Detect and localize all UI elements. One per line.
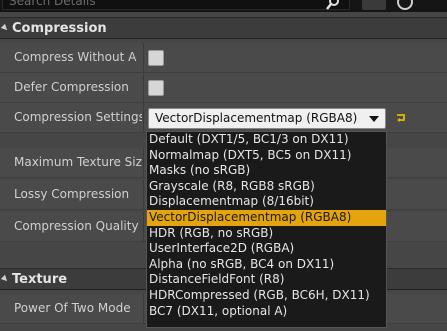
column-splitter[interactable]	[143, 180, 144, 209]
column-splitter[interactable]	[143, 73, 144, 102]
details-search-bar: Search Details	[0, 0, 447, 12]
dropdown-option[interactable]: DistanceFieldFont (R8)	[147, 272, 386, 288]
dropdown-option[interactable]: Alpha (no sRGB, BC4 on DX11)	[147, 257, 386, 273]
category-compression[interactable]: Compression	[0, 17, 447, 39]
view-options-button[interactable]	[362, 0, 386, 10]
property-label: Compression Quality	[14, 219, 139, 233]
dropdown-option[interactable]: Displacementmap (8/16bit)	[147, 194, 386, 210]
defer-compression-checkbox[interactable]	[148, 80, 164, 96]
dropdown-option[interactable]: Normalmap (DXT5, BC5 on DX11)	[147, 148, 386, 164]
property-label: Maximum Texture Size	[14, 155, 142, 169]
category-title: Compression	[12, 21, 107, 36]
column-splitter[interactable]	[143, 103, 144, 132]
dropdown-option[interactable]: Default (DXT1/5, BC1/3 on DX11)	[147, 132, 386, 148]
property-label: Compress Without A	[14, 50, 137, 64]
collapse-arrow-icon[interactable]	[0, 23, 10, 33]
category-title: Texture	[12, 272, 68, 287]
column-splitter[interactable]	[143, 43, 144, 72]
dropdown-option[interactable]: UserInterface2D (RGBA)	[147, 241, 386, 257]
dropdown-option[interactable]: Grayscale (R8, RGB8 sRGB)	[147, 179, 386, 195]
search-input[interactable]: Search Details	[2, 0, 350, 10]
property-label: Lossy Compression	[14, 187, 130, 201]
property-label: Compression Settings	[14, 110, 142, 124]
property-row-compress-without-alpha: Compress Without A	[0, 43, 447, 73]
eye-icon[interactable]	[395, 0, 415, 10]
dropdown-option-selected[interactable]: VectorDisplacementmap (RGBA8)	[147, 209, 386, 226]
property-label: Power Of Two Mode	[14, 301, 131, 315]
compress-without-alpha-checkbox[interactable]	[148, 50, 164, 66]
property-row-defer-compression: Defer Compression	[0, 73, 447, 103]
reset-to-default-icon[interactable]	[395, 113, 407, 123]
dropdown-option[interactable]: HDR (RGB, no sRGB)	[147, 226, 386, 242]
collapse-arrow-icon[interactable]	[0, 274, 10, 284]
dropdown-option[interactable]: Masks (no sRGB)	[147, 163, 386, 179]
column-splitter[interactable]	[143, 294, 144, 323]
column-splitter[interactable]	[143, 148, 144, 177]
dropdown-option[interactable]: BC7 (DX11, optional A)	[147, 304, 386, 320]
search-icon[interactable]	[326, 0, 340, 10]
property-label: Defer Compression	[14, 80, 129, 94]
dropdown-option[interactable]: HDRCompressed (RGB, BC6H, DX11)	[147, 288, 386, 304]
combo-value: VectorDisplacementmap (RGBA8)	[155, 111, 358, 125]
dropdown-arrow-icon[interactable]	[369, 116, 379, 122]
compression-settings-combo[interactable]: VectorDisplacementmap (RGBA8)	[148, 108, 386, 129]
column-splitter[interactable]	[143, 212, 144, 241]
compression-settings-dropdown: Default (DXT1/5, BC1/3 on DX11) Normalma…	[146, 131, 387, 328]
